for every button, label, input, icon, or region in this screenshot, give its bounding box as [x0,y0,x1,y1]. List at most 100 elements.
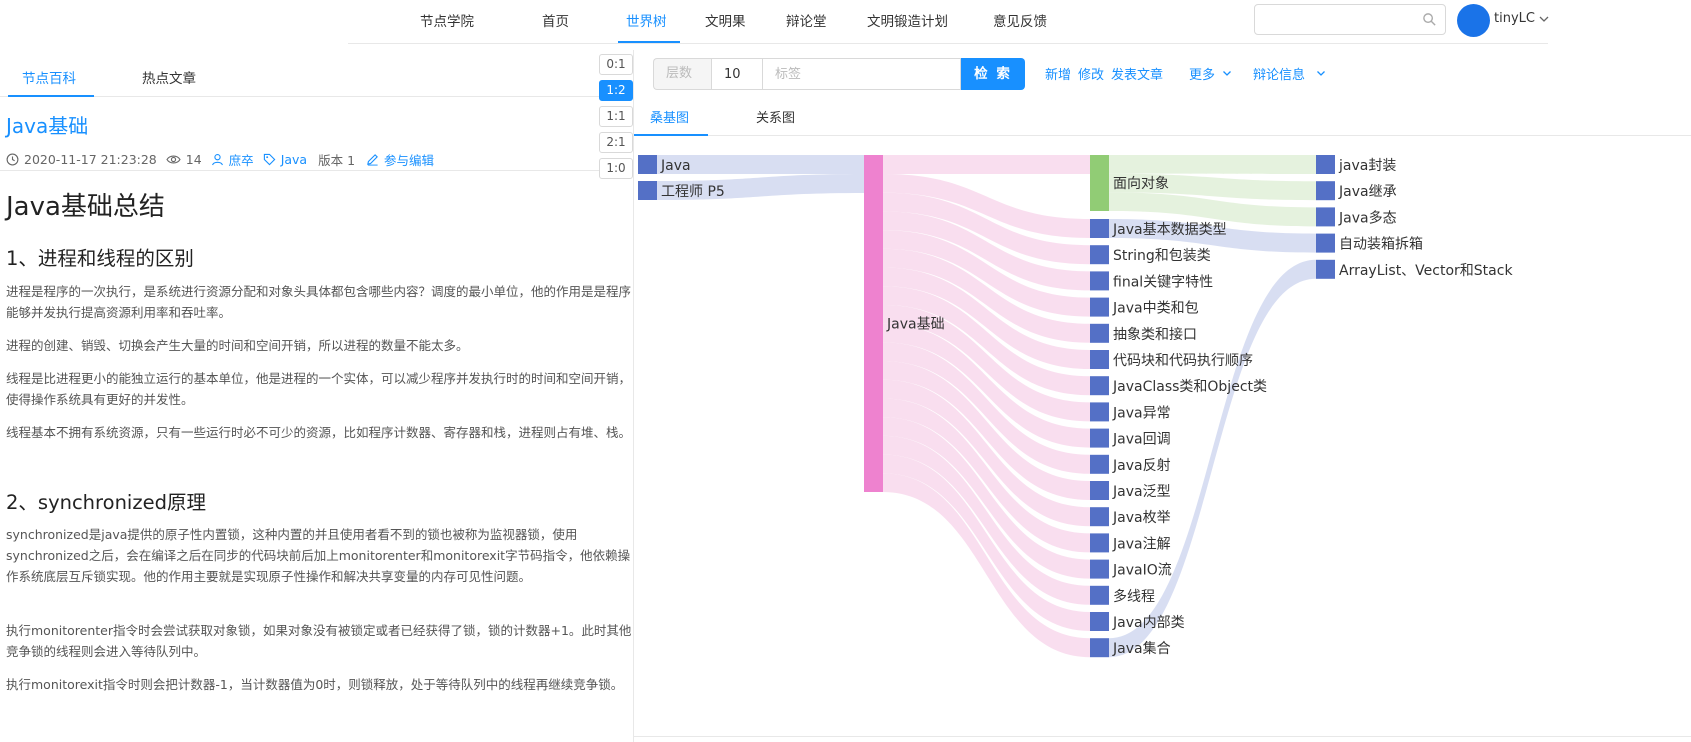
site-brand[interactable]: 节点学院 [420,10,474,30]
article-author[interactable]: 庶卒 [229,150,254,169]
sankey-node-label: Java多态 [1338,209,1397,226]
paragraph: 线程基本不拥有系统资源，只有一些运行时必不可少的资源，比如程序计数器、寄存器和栈… [6,425,632,440]
article-tag[interactable]: Java [281,152,307,167]
site-search[interactable] [1254,4,1446,35]
sankey-node-label: Java集合 [1112,640,1171,657]
modify-link[interactable]: 修改 [1078,64,1104,83]
sankey-node[interactable] [864,155,883,492]
sankey-node-label: Java继承 [1338,184,1397,200]
ratio-button-0-1[interactable]: 0:1 [599,54,633,75]
sankey-node-label: Java枚举 [1112,510,1171,526]
sankey-node-label: ArrayList、Vector和Stack [1339,263,1513,279]
tab-relation-graph[interactable]: 关系图 [756,107,795,126]
nav-world-tree[interactable]: 世界树 [626,10,667,30]
article-title[interactable]: Java基础 [6,110,88,139]
sankey-node-label: JavaIO流 [1112,563,1172,579]
article-views: 14 [185,151,202,167]
sankey-node[interactable] [1090,585,1109,605]
nav-debate-hall[interactable]: 辩论堂 [786,10,827,30]
chevron-down-icon[interactable] [1538,13,1550,25]
sankey-node-label: Java回调 [1112,432,1171,448]
article-version: 版本 1 [318,152,356,168]
sankey-node[interactable] [638,155,657,174]
search-button[interactable]: 检 索 [961,58,1025,90]
chevron-down-icon[interactable] [1222,68,1232,78]
more-dropdown[interactable]: 更多 [1189,64,1215,83]
sankey-node-label: Java基本数据类型 [1112,221,1227,238]
sankey-node[interactable] [1090,638,1109,658]
sankey-node[interactable] [1090,481,1109,500]
navbar-divider [348,43,1548,44]
sankey-node-label: Java中类和包 [1112,301,1199,317]
sankey-node[interactable] [1090,507,1109,527]
ratio-button-1-0[interactable]: 1:0 [599,158,633,179]
publish-article-link[interactable]: 发表文章 [1111,64,1163,83]
sankey-node[interactable] [1316,155,1335,174]
clock-icon [6,153,19,165]
sankey-node[interactable] [1316,181,1335,201]
sankey-node[interactable] [1090,402,1109,422]
sankey-node[interactable] [1090,323,1109,343]
eye-icon [166,154,181,164]
sankey-node[interactable] [1090,271,1109,291]
site-search-input[interactable] [1255,5,1415,34]
avatar[interactable] [1457,4,1490,37]
sankey-node-label: 自动装箱拆箱 [1339,237,1423,253]
sankey-node[interactable] [1090,376,1109,396]
sankey-node[interactable] [1090,297,1109,317]
tag-field[interactable] [762,58,961,90]
paragraph: 进程的创建、销毁、切换会产生大量的时间和空间开销，所以进程的数量不能太多。 [6,338,469,353]
sankey-node[interactable] [1316,207,1335,227]
layer-count-label: 层数 [653,58,711,90]
search-icon[interactable] [1422,12,1437,27]
sankey-node[interactable] [1090,350,1109,369]
sankey-node[interactable] [1090,612,1109,631]
sankey-node[interactable] [1090,155,1109,211]
bottom-divider [634,736,1691,737]
sankey-node[interactable] [1316,233,1335,253]
sankey-node-label: 面向对象 [1113,176,1169,192]
sankey-link [1109,155,1316,174]
sankey-node[interactable] [638,181,657,200]
sankey-node-label: Java注解 [1112,536,1171,552]
sankey-node[interactable] [1090,559,1109,579]
sankey-node[interactable] [1090,428,1109,448]
tag-input[interactable] [763,59,960,89]
sankey-link [883,155,1090,174]
sankey-node[interactable] [1090,533,1109,553]
section-heading: 1、进程和线程的区别 [6,247,194,270]
paragraph: 线程是比进程更小的能独立运行的基本单位，他是进程的一个实体，可以减少程序并发执行… [6,371,632,407]
ratio-button-1-2[interactable]: 1:2 [599,80,633,101]
tab-sankey[interactable]: 桑基图 [650,107,689,126]
sankey-node[interactable] [1316,259,1335,279]
user-icon [211,153,223,165]
nav-civilization-fruit[interactable]: 文明果 [705,10,746,30]
debate-info-dropdown[interactable]: 辩论信息 [1253,64,1305,83]
sankey-node-label: Java [660,158,691,174]
ratio-button-1-1[interactable]: 1:1 [599,106,633,127]
ratio-button-2-1[interactable]: 2:1 [599,132,633,153]
nav-civilization-forge[interactable]: 文明锻造计划 [867,10,948,30]
sankey-node-label: Java基础 [886,316,945,333]
edit-article-link[interactable]: 参与编辑 [384,150,434,169]
article-heading: Java基础总结 [6,192,165,222]
chevron-down-icon[interactable] [1316,68,1326,78]
nav-feedback[interactable]: 意见反馈 [993,10,1047,30]
sankey-node-label: 多线程 [1113,588,1155,605]
paragraph: synchronized是java提供的原子性内置锁，这种内置的并且使用者看不到… [6,527,631,584]
layer-count-field[interactable] [711,58,762,90]
username[interactable]: tinyLC [1494,11,1535,26]
sankey-node[interactable] [1090,245,1109,265]
nav-home[interactable]: 首页 [542,10,569,30]
layer-count-input[interactable] [712,59,762,89]
section-heading: 2、synchronized原理 [6,491,206,514]
tab-hot-articles[interactable]: 热点文章 [142,67,196,87]
sankey-node[interactable] [1090,454,1109,474]
left-tab-active-indicator [8,95,94,97]
sankey-node[interactable] [1090,219,1109,238]
add-link[interactable]: 新增 [1045,64,1071,83]
sankey-node-label: java封装 [1338,158,1396,174]
sankey-chart[interactable]: Java 工程师 P5 Java基础 面向对象 Java基本数据类型 String和包装类… [634,136,1691,736]
meta-divider [0,170,600,171]
tab-node-encyclopedia[interactable]: 节点百科 [22,67,76,87]
